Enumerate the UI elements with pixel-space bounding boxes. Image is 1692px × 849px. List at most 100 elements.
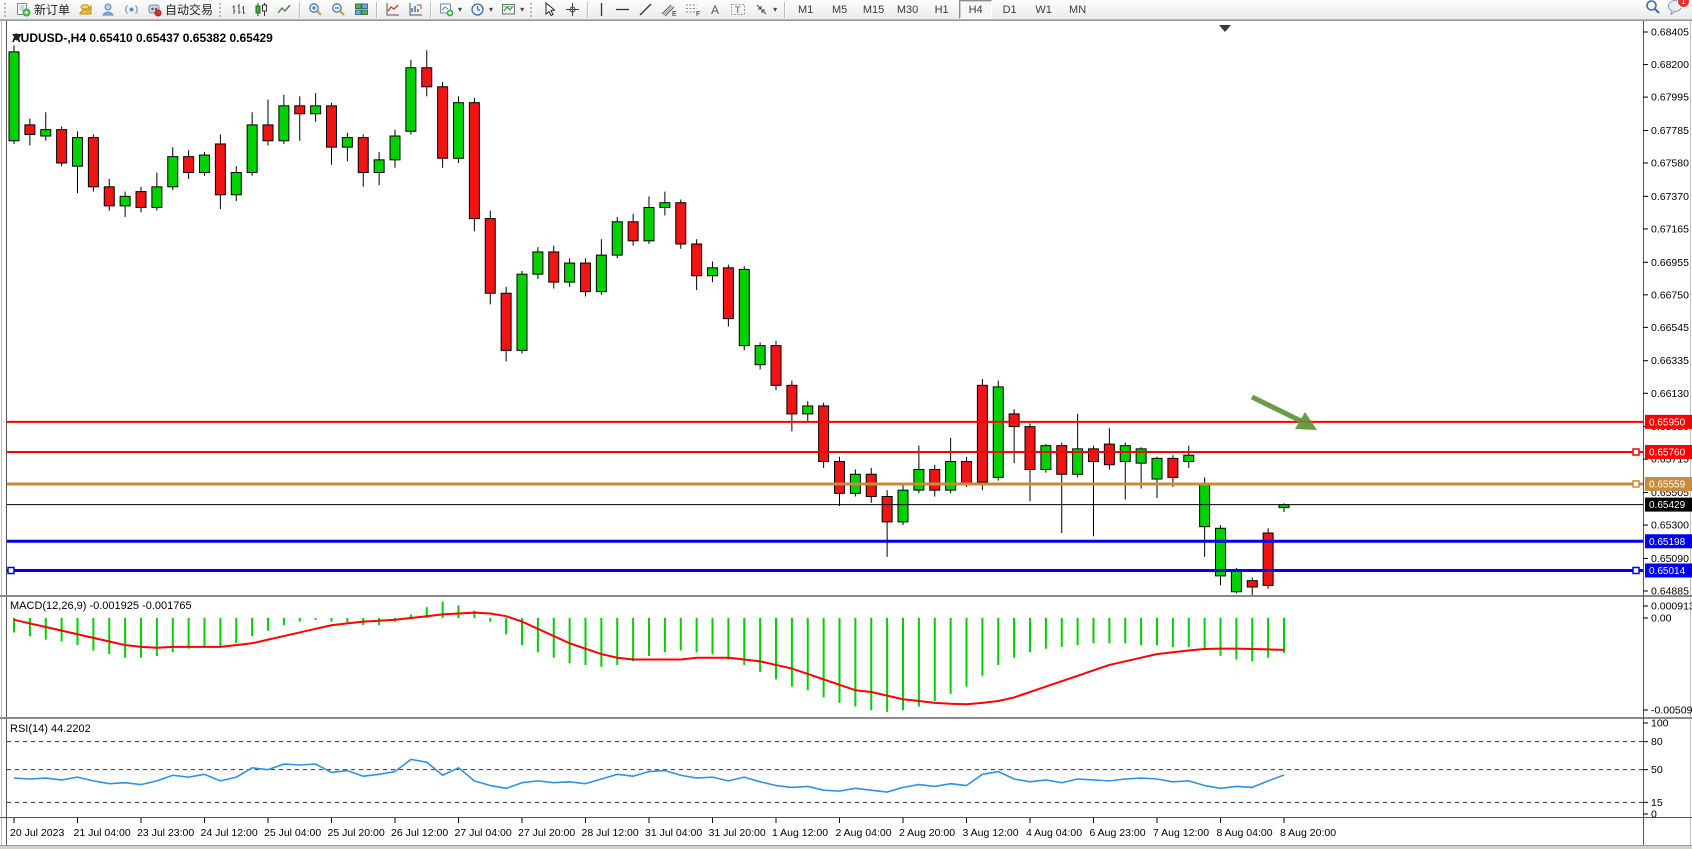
time-axis-label: 25 Jul 20:00 [328, 827, 385, 839]
line-drag-handle[interactable] [1633, 567, 1639, 573]
auto-trading-button[interactable]: 自动交易 [143, 0, 217, 20]
line-drag-handle[interactable] [8, 567, 14, 573]
template-button[interactable]: ▾ [497, 0, 528, 20]
search-icon[interactable] [1645, 0, 1661, 20]
zoom-out-icon [331, 2, 346, 17]
tile-windows-button[interactable] [350, 0, 373, 20]
candle-body [1231, 570, 1241, 592]
indicator-window-button[interactable] [381, 0, 404, 20]
candle-body [73, 138, 83, 167]
period-clock-button[interactable]: ▾ [466, 0, 497, 20]
text-label-tool-button[interactable]: T [726, 0, 750, 20]
cursor-tool-button[interactable] [538, 0, 561, 20]
macd-pane-label: MACD(12,26,9) -0.001925 -0.001765 [10, 600, 192, 612]
candle-body [835, 462, 845, 494]
tab-timeframe-M30[interactable]: M30 [891, 0, 924, 19]
main-toolbar: 新订单 自动交易 [0, 0, 1692, 20]
equidistant-channel-tool-button[interactable]: E [657, 0, 681, 20]
arrows-tool-button[interactable]: ▾ [750, 0, 781, 20]
vertical-line-tool-button[interactable] [592, 0, 611, 20]
bar-chart-mode-button[interactable] [227, 0, 250, 20]
candle-body [454, 103, 464, 159]
indicator-list-button[interactable] [404, 0, 427, 20]
tab-timeframe-M1[interactable]: M1 [789, 0, 822, 19]
candle-body [660, 203, 670, 208]
time-axis-label: 25 Jul 04:00 [264, 827, 321, 839]
time-axis-label: 20 Jul 2023 [10, 827, 64, 839]
candle-body [946, 462, 956, 491]
candle-body [676, 203, 686, 244]
new-order-button[interactable]: 新订单 [12, 0, 74, 20]
svg-text:A: A [711, 3, 719, 17]
crosshair-tool-button[interactable] [561, 0, 584, 20]
candle-body [422, 68, 432, 87]
line-chart-icon [277, 2, 292, 17]
toolbar-separator [587, 2, 589, 18]
line-drag-handle[interactable] [1633, 481, 1639, 487]
candle-body [962, 462, 972, 484]
candle-body [406, 68, 416, 132]
candlestick-icon [254, 2, 269, 17]
tab-timeframe-W1[interactable]: W1 [1027, 0, 1060, 19]
candle-body [152, 187, 162, 208]
candle-body [1247, 581, 1257, 587]
candle-body [9, 52, 19, 141]
tab-timeframe-H1[interactable]: H1 [925, 0, 958, 19]
price-line-label: 0.65014 [1649, 566, 1686, 577]
zoom-out-button[interactable] [327, 0, 350, 20]
rsi-axis-label: 15 [1651, 797, 1663, 809]
price-line-label: 0.65950 [1649, 417, 1686, 428]
candle-body [41, 130, 51, 136]
chat-button[interactable]: 1 [1667, 0, 1684, 20]
svg-text:E: E [672, 11, 677, 17]
candlestick-mode-button[interactable] [250, 0, 273, 20]
price-axis-tick-label: 0.66130 [1651, 388, 1689, 400]
add-indicator-button[interactable]: ▾ [435, 0, 466, 20]
notification-badge: 1 [1677, 0, 1690, 8]
tab-timeframe-D1[interactable]: D1 [993, 0, 1026, 19]
text-icon: A [709, 2, 722, 17]
gold-chart-icon [78, 2, 93, 17]
candle-body [723, 268, 733, 319]
toolbar-separator [784, 2, 786, 18]
candle-body [644, 207, 654, 240]
fibonacci-tool-button[interactable]: F [681, 0, 705, 20]
line-drag-handle[interactable] [1633, 449, 1639, 455]
time-axis-label: 2 Aug 20:00 [899, 827, 955, 839]
zoom-in-button[interactable] [304, 0, 327, 20]
candle-body [438, 87, 448, 158]
candle-body [1025, 427, 1035, 470]
price-line-label: 0.65760 [1649, 448, 1686, 459]
tab-timeframe-MN[interactable]: MN [1061, 0, 1094, 19]
price-axis-tick-label: 0.67580 [1651, 158, 1689, 170]
candle-body [771, 346, 781, 386]
price-chart-canvas[interactable]: 0.684050.682000.679950.677850.675800.673… [0, 0, 1692, 849]
auto-trading-label: 自动交易 [165, 1, 213, 18]
horizontal-line-icon [615, 2, 630, 17]
candle-body [295, 106, 305, 114]
candle-body [1184, 455, 1194, 461]
time-axis-label: 4 Aug 04:00 [1026, 827, 1082, 839]
price-axis-tick-label: 0.67785 [1651, 125, 1689, 137]
auto-trading-icon [147, 2, 162, 17]
line-chart-mode-button[interactable] [273, 0, 296, 20]
tab-timeframe-H4[interactable]: H4 [959, 0, 992, 19]
trendline-tool-button[interactable] [634, 0, 657, 20]
profile-button[interactable] [97, 0, 120, 20]
candle-body [501, 293, 511, 350]
text-tool-button[interactable]: A [705, 0, 726, 20]
candle-body [930, 469, 940, 490]
time-axis-label: 23 Jul 23:00 [137, 827, 194, 839]
time-axis-label: 2 Aug 04:00 [836, 827, 892, 839]
chart-title: AUDUSD-,H4 0.65410 0.65437 0.65382 0.654… [12, 31, 273, 45]
candle-body [231, 173, 241, 195]
tab-timeframe-M15[interactable]: M15 [857, 0, 890, 19]
candle-body [485, 219, 495, 294]
macd-axis-label: -0.005093 [1651, 705, 1692, 717]
signals-button[interactable] [120, 0, 143, 20]
candle-body [263, 125, 273, 141]
candle-body [1009, 414, 1019, 427]
tab-timeframe-M5[interactable]: M5 [823, 0, 856, 19]
market-watch-button[interactable] [74, 0, 97, 20]
horizontal-line-tool-button[interactable] [611, 0, 634, 20]
